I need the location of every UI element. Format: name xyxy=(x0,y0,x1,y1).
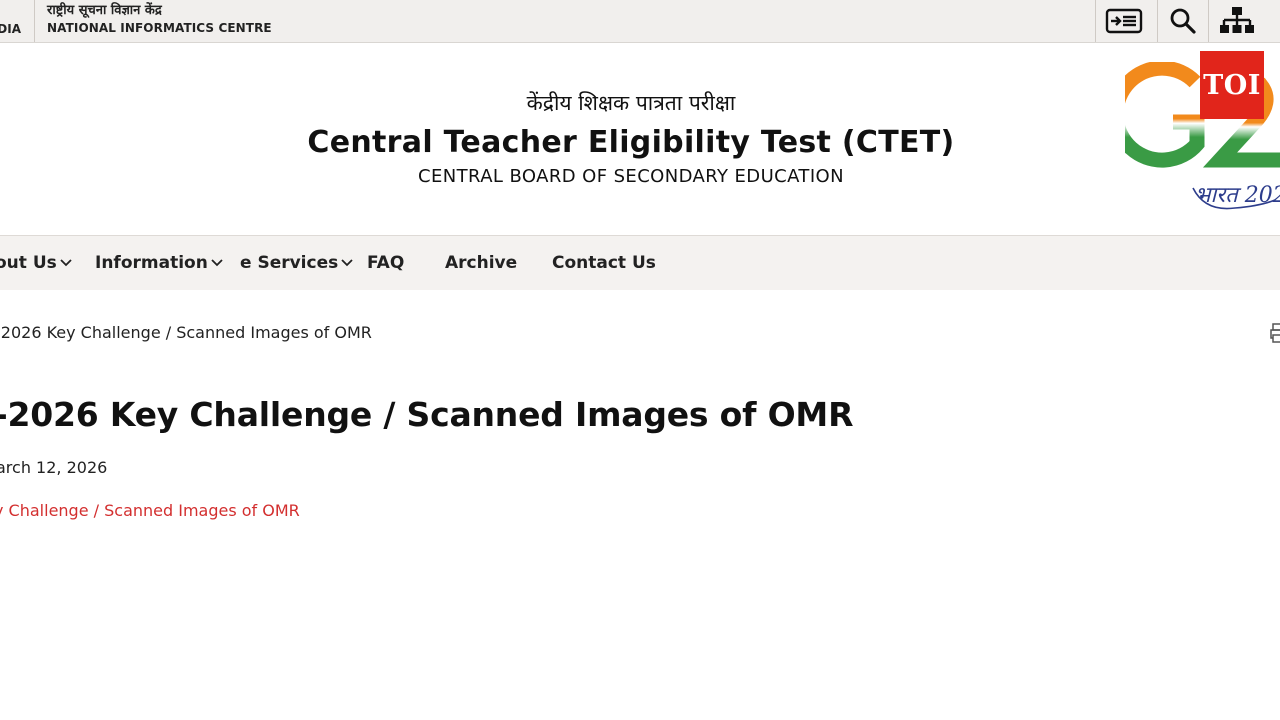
nav-archive-label: Archive xyxy=(445,253,518,273)
search-button[interactable] xyxy=(1157,0,1208,42)
nav-contact-us[interactable]: Contact Us xyxy=(552,236,656,290)
site-title[interactable]: Central Teacher Eligibility Test (CTET) xyxy=(0,125,1262,160)
chevron-down-icon xyxy=(341,259,353,267)
gov-topbar: DIA राष्ट्रीय सूचना विज्ञान केंद्र NATIO… xyxy=(0,0,1280,43)
print-button[interactable] xyxy=(1268,322,1280,348)
nav-information[interactable]: Information xyxy=(95,236,223,290)
nic-english-label: NATIONAL INFORMATICS CENTRE xyxy=(47,21,272,35)
main-nav: out Us Information e Services FAQ Archiv… xyxy=(0,235,1280,290)
chevron-down-icon xyxy=(211,259,223,267)
chevron-down-icon xyxy=(60,259,72,267)
toi-badge: TOI xyxy=(1200,51,1264,119)
nav-faq[interactable]: FAQ xyxy=(367,236,404,290)
breadcrumb: -2026 Key Challenge / Scanned Images of … xyxy=(0,323,372,342)
nic-hindi-label: राष्ट्रीय सूचना विज्ञान केंद्र xyxy=(47,3,162,18)
nav-about-us[interactable]: out Us xyxy=(0,236,72,290)
nav-e-services[interactable]: e Services xyxy=(240,236,353,290)
nav-faq-label: FAQ xyxy=(367,253,405,273)
nav-archive[interactable]: Archive xyxy=(445,236,517,290)
gov-india-label: DIA xyxy=(0,22,21,36)
page-title: -2026 Key Challenge / Scanned Images of … xyxy=(0,395,854,434)
key-challenge-link[interactable]: y Challenge / Scanned Images of OMR xyxy=(0,501,300,520)
nav-e-services-label: e Services xyxy=(240,253,339,273)
nav-about-us-label: out Us xyxy=(0,253,57,273)
publish-date: arch 12, 2026 xyxy=(0,458,108,477)
search-icon xyxy=(1170,8,1196,34)
sitemap-icon xyxy=(1220,7,1254,33)
header-hindi-title: केंद्रीय शिक्षक पात्रता परीक्षा xyxy=(526,91,736,115)
nic-link[interactable]: राष्ट्रीय सूचना विज्ञान केंद्र NATIONAL … xyxy=(47,3,272,37)
print-icon xyxy=(1270,323,1280,343)
skip-to-content-icon xyxy=(1105,8,1143,34)
skip-to-content-button[interactable] xyxy=(1095,0,1152,42)
nav-contact-us-label: Contact Us xyxy=(552,253,656,273)
sitemap-button[interactable] xyxy=(1208,0,1265,42)
site-subtitle: CENTRAL BOARD OF SECONDARY EDUCATION xyxy=(418,166,844,187)
nav-information-label: Information xyxy=(95,253,208,273)
gov-india-link[interactable]: DIA xyxy=(0,0,35,42)
